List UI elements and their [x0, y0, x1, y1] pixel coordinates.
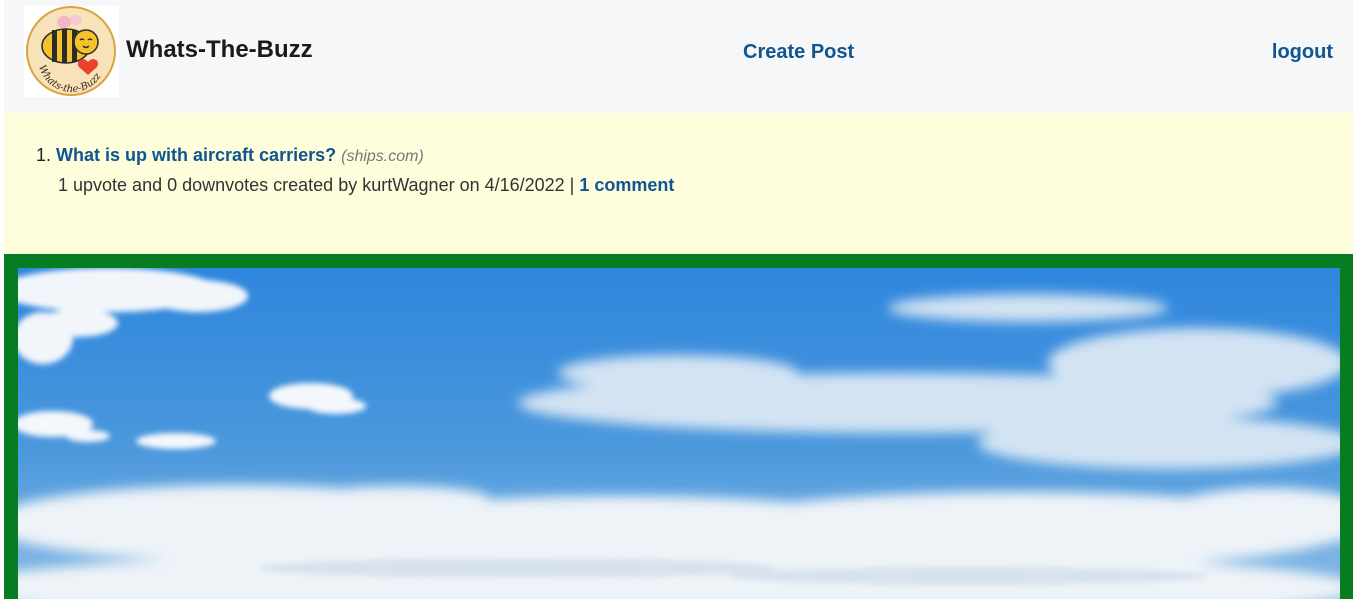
- post-media-frame: [4, 254, 1353, 599]
- post-media-image: [18, 268, 1340, 599]
- list-item: 1. What is up with aircraft carriers? (s…: [36, 145, 674, 196]
- site-title: Whats-The-Buzz: [126, 36, 313, 63]
- post-title-link[interactable]: What is up with aircraft carriers?: [56, 145, 336, 165]
- post-meta: 1 upvote and 0 downvotes created by kurt…: [36, 175, 674, 196]
- post-rank: 1.: [36, 145, 52, 165]
- bee-logo-icon[interactable]: Whats-the-Buzz: [24, 6, 119, 97]
- site-header: Whats-the-Buzz Whats-The-Buzz Create Pos…: [4, 0, 1353, 113]
- post-title-line: 1. What is up with aircraft carriers? (s…: [36, 145, 674, 166]
- create-post-link[interactable]: Create Post: [743, 41, 854, 64]
- post-list: 1. What is up with aircraft carriers? (s…: [4, 113, 1353, 254]
- post-domain: (ships.com): [341, 148, 424, 165]
- post-meta-text: 1 upvote and 0 downvotes created by kurt…: [58, 175, 575, 195]
- comments-link[interactable]: 1 comment: [579, 175, 674, 195]
- logout-link[interactable]: logout: [1272, 41, 1333, 64]
